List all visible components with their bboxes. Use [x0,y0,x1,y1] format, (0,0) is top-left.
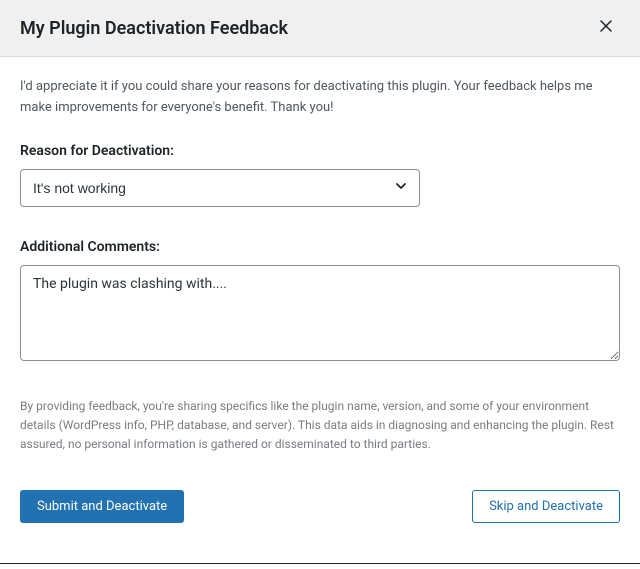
comments-textarea[interactable] [20,265,620,361]
deactivation-feedback-modal: My Plugin Deactivation Feedback I'd appr… [0,0,640,564]
modal-body: I'd appreciate it if you could share you… [0,57,640,543]
skip-deactivate-button[interactable]: Skip and Deactivate [472,490,620,523]
modal-footer: Submit and Deactivate Skip and Deactivat… [20,490,620,523]
comments-label: Additional Comments: [20,239,620,255]
modal-title: My Plugin Deactivation Feedback [20,18,288,39]
close-icon [600,19,612,36]
reason-label: Reason for Deactivation: [20,143,620,159]
intro-text: I'd appreciate it if you could share you… [20,77,620,119]
submit-deactivate-button[interactable]: Submit and Deactivate [20,490,184,523]
reason-select-wrapper: It's not working [20,169,420,207]
bottom-divider [0,563,640,564]
modal-header: My Plugin Deactivation Feedback [0,0,640,57]
close-button[interactable] [592,16,620,40]
reason-select[interactable]: It's not working [20,169,420,207]
disclaimer-text: By providing feedback, you're sharing sp… [20,397,620,455]
